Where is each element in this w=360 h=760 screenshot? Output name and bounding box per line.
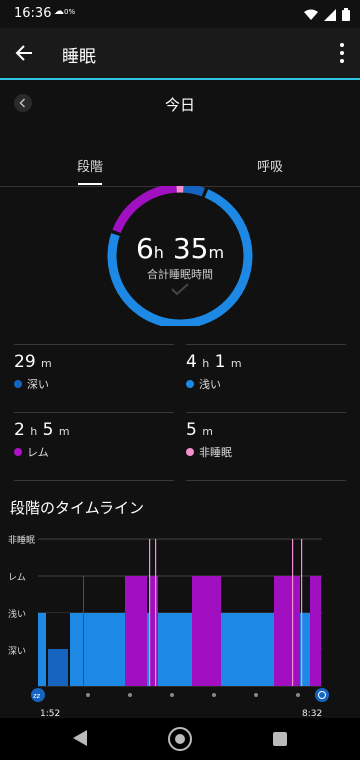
home-icon bbox=[175, 734, 185, 744]
more-vert-icon[interactable] bbox=[338, 42, 346, 64]
check-icon bbox=[171, 283, 189, 296]
status-time: 16:36 bbox=[14, 6, 52, 21]
stat-label: 浅い bbox=[199, 378, 221, 391]
tab-breathing[interactable]: 呼吸 bbox=[230, 156, 310, 175]
awake-dot-icon bbox=[186, 448, 194, 456]
hours-value: 6 bbox=[135, 232, 154, 265]
app-bar: 睡眠 bbox=[0, 28, 360, 78]
stat-unit: h bbox=[30, 425, 38, 438]
rem-dot-icon bbox=[14, 448, 22, 456]
notification-badge: 0% bbox=[64, 8, 76, 16]
ring-segment bbox=[183, 186, 205, 197]
ring-segment bbox=[112, 186, 177, 234]
wifi-icon bbox=[304, 9, 318, 20]
back-arrow-icon[interactable] bbox=[12, 40, 38, 66]
stat-unit: h bbox=[202, 357, 210, 370]
light-dot-icon bbox=[186, 380, 194, 388]
total-sleep-label: 合計睡眠時間 bbox=[147, 268, 213, 281]
stat-value: 2 bbox=[14, 420, 25, 440]
signal-icon bbox=[324, 8, 336, 21]
date-row: 今日 bbox=[0, 80, 360, 130]
stat-rem: 2 h 5 m レム bbox=[14, 420, 70, 460]
stat-value: 29 bbox=[14, 352, 36, 372]
stat-label: レム bbox=[27, 446, 49, 459]
nav-home-button[interactable] bbox=[168, 727, 192, 751]
svg-text:zz: zz bbox=[33, 692, 41, 700]
stat-value-2: 1 bbox=[214, 352, 226, 372]
stat-value: 5 bbox=[186, 420, 197, 440]
stat-unit: m bbox=[41, 357, 52, 370]
timeline-title: 段階のタイムライン bbox=[10, 499, 144, 517]
minutes-unit: m bbox=[208, 243, 225, 262]
total-sleep-time: 6h 35m bbox=[0, 232, 360, 265]
tab-indicator bbox=[78, 183, 102, 185]
system-nav-bar bbox=[0, 718, 360, 760]
stat-unit: m bbox=[202, 425, 213, 438]
status-bar: 16:36 ☁0% bbox=[0, 0, 360, 28]
date-title: 今日 bbox=[164, 96, 195, 114]
battery-icon bbox=[342, 8, 350, 21]
hours-unit: h bbox=[153, 243, 164, 262]
page-title: 睡眠 bbox=[62, 47, 96, 67]
stat-label: 深い bbox=[27, 378, 49, 391]
minutes-value: 35 bbox=[172, 232, 209, 265]
stat-light: 4 h 1 m 浅い bbox=[186, 352, 242, 392]
deep-dot-icon bbox=[14, 380, 22, 388]
tabs: 段階 呼吸 bbox=[0, 148, 360, 188]
stat-unit-2: m bbox=[58, 425, 70, 438]
status-icons bbox=[304, 8, 350, 21]
stage-timeline: zz bbox=[31, 538, 329, 702]
stat-unit-2: m bbox=[230, 357, 242, 370]
stat-awake: 5 m 非睡眠 bbox=[186, 420, 232, 460]
stat-deep: 29 m 深い bbox=[14, 352, 52, 392]
nav-back-icon[interactable] bbox=[73, 730, 87, 746]
notification-icon: ☁0% bbox=[54, 6, 76, 17]
tab-stages[interactable]: 段階 bbox=[50, 156, 130, 175]
nav-recents-icon[interactable] bbox=[273, 732, 287, 746]
stat-value: 4 bbox=[186, 352, 197, 372]
stat-value-2: 5 bbox=[42, 420, 54, 440]
stat-label: 非睡眠 bbox=[199, 446, 232, 459]
